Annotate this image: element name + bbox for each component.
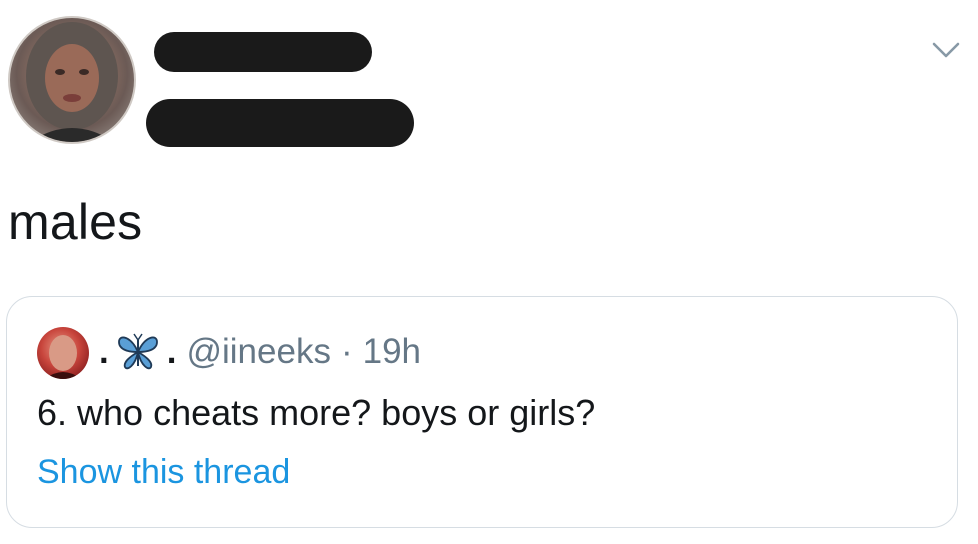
quoted-handle[interactable]: @iineeks [186,330,330,374]
profile-photo-icon [26,22,118,142]
quoted-author-avatar[interactable] [37,327,89,379]
tweet: males . . @iineeks · 19h 6. who cheats m… [0,0,978,544]
quoted-tweet-header: . . @iineeks · 19h [99,330,421,374]
chevron-down-icon[interactable] [928,38,964,62]
quoted-timestamp[interactable]: 19h [363,330,421,374]
tweet-text: males [8,194,143,250]
redacted-display-name [154,32,372,72]
quoted-tweet-text: 6. who cheats more? boys or girls? [37,392,596,433]
quoted-name-prefix: . [99,332,109,371]
profile-photo-icon [45,335,81,379]
quoted-tweet-card[interactable]: . . @iineeks · 19h 6. who cheats more? b… [6,296,958,528]
redacted-username [146,99,414,147]
butterfly-icon [117,333,158,370]
header-separator: · [340,332,353,371]
quoted-name-suffix: . [166,332,177,371]
show-thread-link[interactable]: Show this thread [37,449,290,495]
author-avatar[interactable] [8,16,136,144]
